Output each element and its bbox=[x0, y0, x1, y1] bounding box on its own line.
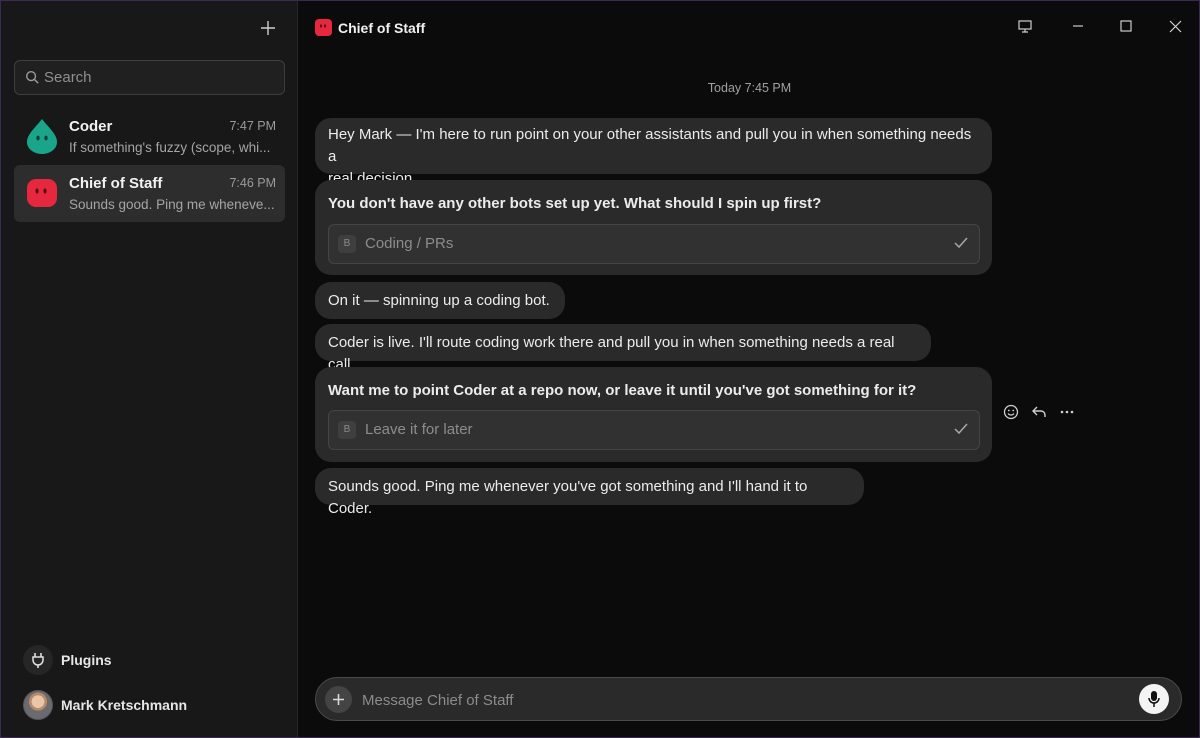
bot-avatar-icon bbox=[27, 179, 57, 207]
message-text: On it — spinning up a coding bot. bbox=[328, 292, 550, 309]
search-input[interactable] bbox=[44, 69, 264, 86]
search-box[interactable] bbox=[14, 60, 285, 95]
chat-title: Chief of Staff bbox=[338, 19, 426, 36]
answer-select[interactable]: B Leave it for later bbox=[328, 410, 980, 450]
conversation-name: Chief of Staff bbox=[69, 175, 163, 192]
check-icon bbox=[954, 237, 968, 249]
monitor-button[interactable] bbox=[1014, 15, 1036, 37]
conversation-item-chief-of-staff[interactable]: Chief of Staff 7:46 PM Sounds good. Ping… bbox=[14, 165, 285, 222]
microphone-icon bbox=[1148, 691, 1160, 707]
minimize-button[interactable] bbox=[1067, 15, 1089, 37]
message-text-line: Hey Mark — I'm here to run point on your… bbox=[328, 126, 972, 165]
plugins-button[interactable]: Plugins bbox=[23, 645, 112, 675]
reply-icon[interactable] bbox=[1030, 403, 1048, 421]
minimize-icon bbox=[1073, 25, 1083, 27]
new-chat-button[interactable] bbox=[256, 16, 280, 40]
conversation-item-coder[interactable]: Coder 7:47 PM If something's fuzzy (scop… bbox=[14, 108, 285, 165]
sidebar: Coder 7:47 PM If something's fuzzy (scop… bbox=[1, 1, 298, 737]
maximize-button[interactable] bbox=[1115, 15, 1137, 37]
message-bubble: On it — spinning up a coding bot. bbox=[315, 282, 565, 319]
conversation-preview: Sounds good. Ping me wheneve... bbox=[69, 197, 275, 212]
close-icon bbox=[1169, 20, 1181, 32]
message-input[interactable] bbox=[362, 688, 1122, 712]
chat-pane: Chief of Staff Today 7:45 PM Hey Mark — … bbox=[298, 1, 1199, 737]
plug-icon bbox=[23, 645, 53, 675]
plus-icon bbox=[333, 694, 344, 705]
attach-button[interactable] bbox=[325, 686, 352, 713]
choice-key-badge: B bbox=[338, 235, 356, 253]
user-profile-button[interactable]: Mark Kretschmann bbox=[23, 690, 187, 720]
choice-value: Leave it for later bbox=[365, 421, 473, 438]
droplet-avatar-icon bbox=[27, 119, 57, 154]
user-name: Mark Kretschmann bbox=[61, 697, 188, 713]
monitor-icon bbox=[1018, 19, 1032, 33]
date-separator: Today 7:45 PM bbox=[707, 81, 792, 95]
check-icon bbox=[954, 423, 968, 435]
message-composer bbox=[315, 677, 1182, 721]
emoji-icon[interactable] bbox=[1002, 403, 1020, 421]
chat-header: Chief of Staff bbox=[315, 19, 425, 36]
conversation-preview: If something's fuzzy (scope, whi... bbox=[69, 140, 271, 155]
message-bubble: Sounds good. Ping me whenever you've got… bbox=[315, 468, 864, 517]
bot-avatar-icon bbox=[315, 19, 332, 36]
plugins-label: Plugins bbox=[61, 652, 112, 668]
message-text: Sounds good. Ping me whenever you've got… bbox=[328, 478, 808, 517]
more-icon[interactable] bbox=[1058, 403, 1076, 421]
message-actions bbox=[1002, 403, 1076, 421]
conversation-time: 7:46 PM bbox=[229, 176, 276, 190]
search-icon bbox=[25, 70, 39, 84]
maximize-icon bbox=[1120, 20, 1132, 32]
conversation-time: 7:47 PM bbox=[229, 119, 276, 133]
conversation-name: Coder bbox=[69, 118, 113, 135]
question-bubble: You don't have any other bots set up yet… bbox=[315, 180, 992, 275]
microphone-button[interactable] bbox=[1139, 684, 1169, 714]
message-bubble: Coder is live. I'll route coding work th… bbox=[315, 324, 931, 373]
answer-select[interactable]: B Coding / PRs bbox=[328, 224, 980, 264]
plus-icon bbox=[261, 21, 275, 35]
close-button[interactable] bbox=[1164, 15, 1186, 37]
question-text: Want me to point Coder at a repo now, or… bbox=[328, 382, 917, 399]
question-bubble: Want me to point Coder at a repo now, or… bbox=[315, 367, 992, 462]
app-window: Coder 7:47 PM If something's fuzzy (scop… bbox=[0, 0, 1200, 738]
question-text: You don't have any other bots set up yet… bbox=[328, 195, 822, 212]
avatar bbox=[23, 690, 53, 720]
choice-value: Coding / PRs bbox=[365, 235, 454, 252]
choice-key-badge: B bbox=[338, 421, 356, 439]
message-bubble: Hey Mark — I'm here to run point on your… bbox=[315, 118, 992, 187]
